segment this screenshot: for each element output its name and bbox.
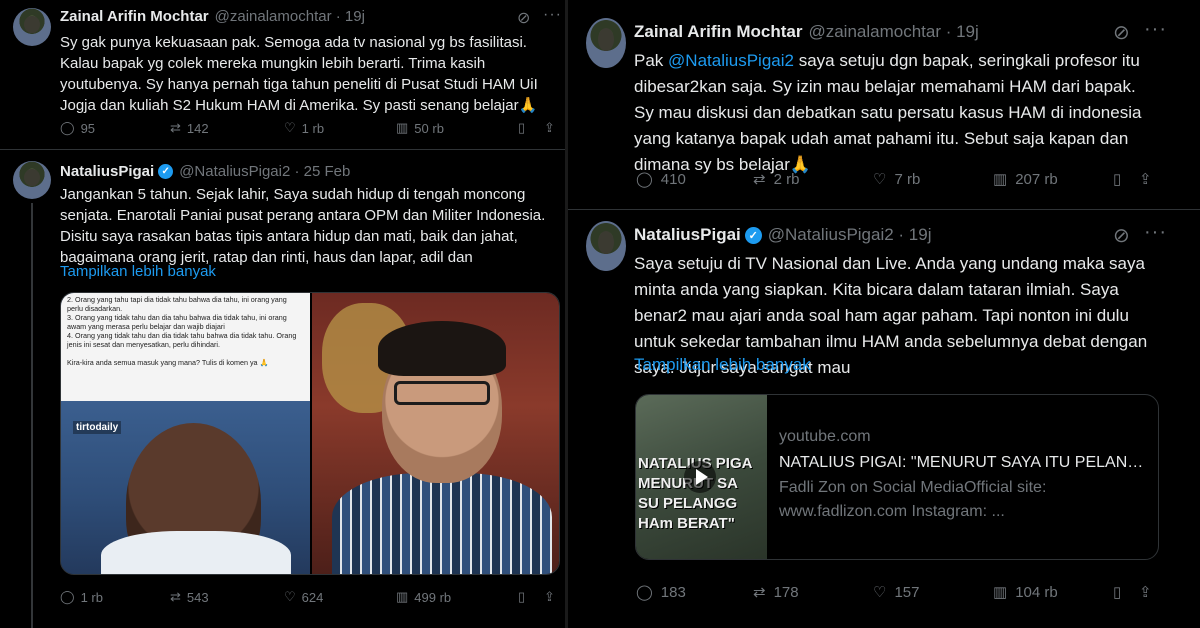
media-caption-text: 2. Orang yang tahu tapi dia tidak tahu b… xyxy=(61,293,310,401)
youtube-link-card[interactable]: NATALIUS PIGA MENURUT SA SU PELANGG HAm … xyxy=(635,394,1159,560)
views-icon: ▥ xyxy=(396,589,409,604)
card-body: youtube.com NATALIUS PIGAI: "MENURUT SAY… xyxy=(779,428,1149,524)
reply-button[interactable]: ◯ 1 rb xyxy=(60,589,170,605)
repost-icon: ⇄ xyxy=(170,589,181,604)
thumb-line: HAm BERAT" xyxy=(638,515,735,532)
grok-icon[interactable]: ⊘ xyxy=(1113,20,1130,45)
tweet-actions: ◯ 95 ⇄ 142 ♡ 1 rb ▥ 50 rb ▯ ⇪ xyxy=(60,120,555,136)
show-more-link[interactable]: Tampilkan lebih banyak xyxy=(634,355,811,375)
views-button[interactable]: ▥ 104 rb xyxy=(993,583,1113,602)
reply-button[interactable]: ◯ 410 xyxy=(636,170,753,189)
repost-button[interactable]: ⇄ 142 xyxy=(170,120,284,136)
show-more-link[interactable]: Tampilkan lebih banyak xyxy=(60,263,216,280)
repost-button[interactable]: ⇄ 543 xyxy=(170,589,284,605)
media-image-left[interactable]: 2. Orang yang tahu tapi dia tidak tahu b… xyxy=(61,293,310,574)
bookmark-icon[interactable]: ▯ xyxy=(518,589,544,605)
verified-badge-icon: ✓ xyxy=(744,226,762,244)
like-button[interactable]: ♡ 624 xyxy=(284,589,396,605)
more-icon[interactable]: ··· xyxy=(543,6,562,24)
thread-line xyxy=(31,203,33,628)
views-button[interactable]: ▥ 50 rb xyxy=(396,120,518,136)
bookmark-icon[interactable]: ▯ xyxy=(1113,583,1139,601)
heart-icon: ♡ xyxy=(873,584,887,601)
author-handle[interactable]: @zainalamochtar · 19j xyxy=(808,22,978,42)
reply-icon: ◯ xyxy=(60,120,75,135)
play-icon[interactable] xyxy=(684,461,716,493)
verified-badge-icon: ✓ xyxy=(158,164,174,179)
avatar[interactable] xyxy=(13,161,51,199)
mention-link[interactable]: @NataliusPigai2 xyxy=(668,51,794,70)
tweet-zainal-reply[interactable]: Zainal Arifin Mochtar @zainalamochtar · … xyxy=(0,0,567,150)
avatar[interactable] xyxy=(586,18,626,68)
author-handle[interactable]: @zainalamochtar · 19j xyxy=(215,8,365,25)
views-button[interactable]: ▥ 207 rb xyxy=(993,170,1113,189)
heart-icon: ♡ xyxy=(873,171,887,188)
author-name[interactable]: NataliusPigai xyxy=(60,163,154,180)
tweet-text: Sy gak punya kekuasaan pak. Semoga ada t… xyxy=(60,34,538,114)
tweet-text: Jangankan 5 tahun. Sejak lahir, Saya sud… xyxy=(60,186,546,266)
card-description: Fadli Zon on Social MediaOfficial site: … xyxy=(779,479,1047,520)
share-icon[interactable]: ⇪ xyxy=(1139,583,1152,601)
share-icon[interactable]: ⇪ xyxy=(1139,170,1152,188)
author-name[interactable]: Zainal Arifin Mochtar xyxy=(60,8,209,25)
media-image-right[interactable] xyxy=(312,293,559,574)
author-name[interactable]: NataliusPigai xyxy=(634,225,741,245)
share-icon[interactable]: ⇪ xyxy=(544,589,555,605)
views-icon: ▥ xyxy=(993,584,1008,601)
thumb-line: SU PELANGG xyxy=(638,495,738,512)
author-name[interactable]: Zainal Arifin Mochtar xyxy=(634,22,802,42)
repost-icon: ⇄ xyxy=(753,584,766,601)
avatar[interactable] xyxy=(586,221,626,271)
tweet-media[interactable]: 2. Orang yang tahu tapi dia tidak tahu b… xyxy=(60,292,560,575)
reply-icon: ◯ xyxy=(636,584,653,601)
tweet-header: Zainal Arifin Mochtar @zainalamochtar · … xyxy=(60,8,365,25)
card-domain: youtube.com xyxy=(779,428,871,445)
repost-icon: ⇄ xyxy=(170,120,181,135)
reply-button[interactable]: ◯ 183 xyxy=(636,583,753,602)
author-handle[interactable]: @NataliusPigai2 · 19j xyxy=(768,225,932,245)
reply-button[interactable]: ◯ 95 xyxy=(60,120,170,136)
like-button[interactable]: ♡ 157 xyxy=(873,583,993,602)
more-icon[interactable]: ··· xyxy=(1144,221,1167,244)
avatar[interactable] xyxy=(13,8,51,46)
bookmark-icon[interactable]: ▯ xyxy=(1113,170,1139,188)
repost-button[interactable]: ⇄ 178 xyxy=(753,583,873,602)
like-button[interactable]: ♡ 1 rb xyxy=(284,120,396,136)
tweet-actions: ◯ 410 ⇄ 2 rb ♡ 7 rb ▥ 207 rb ▯ ⇪ xyxy=(636,170,1152,189)
tweet-header: NataliusPigai ✓ @NataliusPigai2 · 19j xyxy=(634,225,932,245)
glasses xyxy=(394,381,490,405)
share-icon[interactable]: ⇪ xyxy=(544,120,555,136)
views-button[interactable]: ▥ 499 rb xyxy=(396,589,518,605)
grok-icon[interactable]: ⊘ xyxy=(1113,223,1130,248)
video-thumbnail[interactable]: NATALIUS PIGA MENURUT SA SU PELANGG HAm … xyxy=(636,395,767,559)
tweet-actions: ◯ 183 ⇄ 178 ♡ 157 ▥ 104 rb ▯ ⇪ xyxy=(636,583,1152,602)
tirto-logo: tirtodaily xyxy=(73,421,122,434)
reply-icon: ◯ xyxy=(60,589,75,604)
tweet-text: Pak @NataliusPigai2 saya setuju dgn bapa… xyxy=(634,51,1142,174)
bookmark-icon[interactable]: ▯ xyxy=(518,120,544,136)
repost-button[interactable]: ⇄ 2 rb xyxy=(753,170,873,189)
tweet-header: NataliusPigai ✓ @NataliusPigai2 · 25 Feb xyxy=(60,163,350,180)
photo-man-speaking: tirtodaily xyxy=(61,401,310,574)
heart-icon: ♡ xyxy=(284,589,296,604)
views-icon: ▥ xyxy=(396,120,409,135)
card-title[interactable]: NATALIUS PIGAI: "MENURUT SAYA ITU PELANG… xyxy=(779,454,1149,472)
tweet-actions: ◯ 1 rb ⇄ 543 ♡ 624 ▥ 499 rb ▯ ⇪ xyxy=(60,589,555,605)
tweet-header: Zainal Arifin Mochtar @zainalamochtar · … xyxy=(634,22,979,42)
left-screenshot: Zainal Arifin Mochtar @zainalamochtar · … xyxy=(0,0,568,628)
repost-icon: ⇄ xyxy=(753,171,766,188)
grok-icon[interactable]: ⊘ xyxy=(517,8,530,28)
reply-icon: ◯ xyxy=(636,171,653,188)
like-button[interactable]: ♡ 7 rb xyxy=(873,170,993,189)
views-icon: ▥ xyxy=(993,171,1008,188)
tweet-zainal-request[interactable]: Zainal Arifin Mochtar @zainalamochtar · … xyxy=(568,0,1200,210)
author-handle[interactable]: @NataliusPigai2 · 25 Feb xyxy=(179,163,350,180)
heart-icon: ♡ xyxy=(284,120,296,135)
more-icon[interactable]: ··· xyxy=(1144,18,1167,41)
